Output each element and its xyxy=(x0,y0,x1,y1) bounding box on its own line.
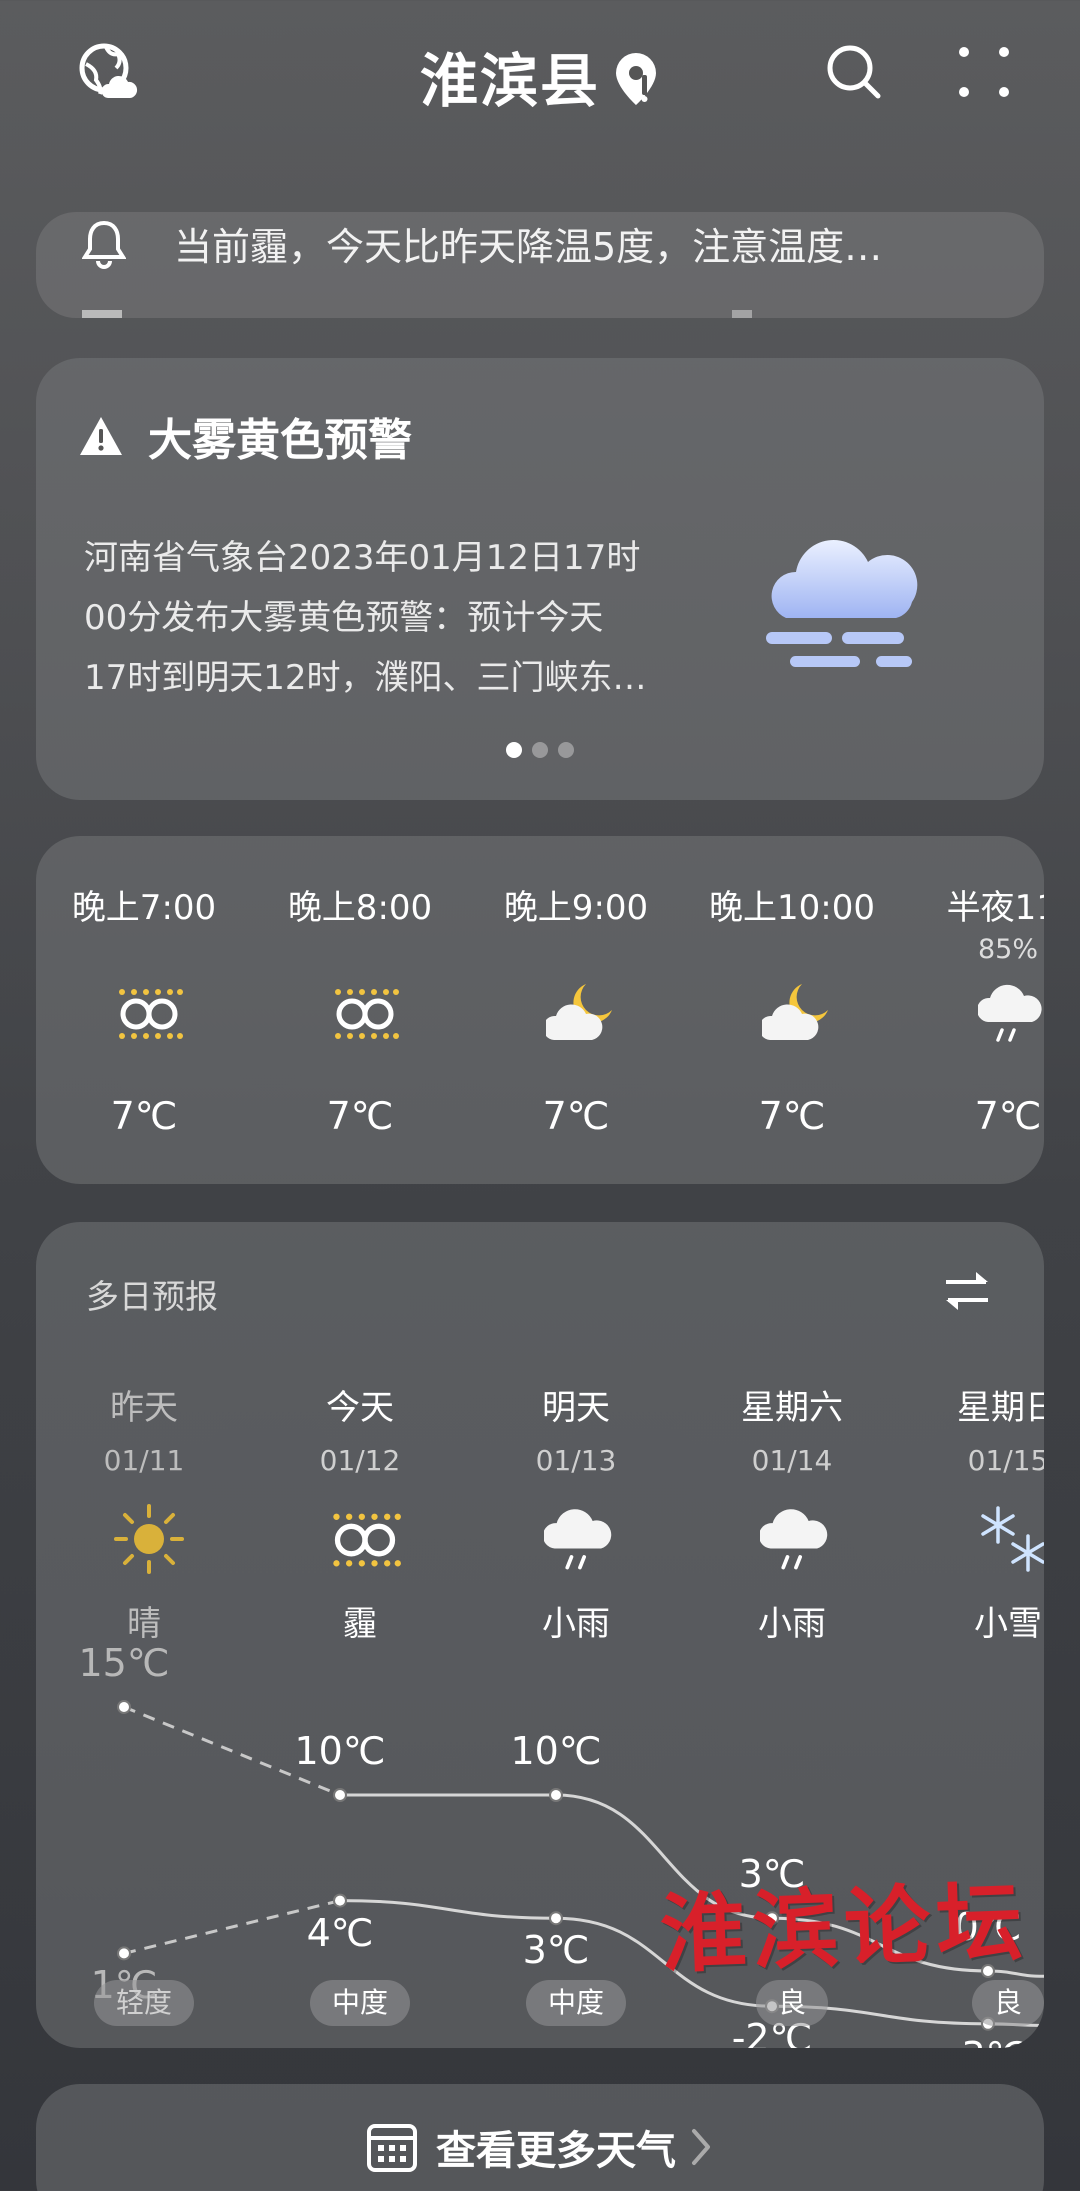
hourly-time: 晚上9:00 xyxy=(503,888,649,928)
more-weather-label: 查看更多天气 xyxy=(436,2128,676,2174)
chevron-right-icon xyxy=(692,2129,710,2165)
hourly-item[interactable]: 晚上9:00 7℃ xyxy=(468,836,684,1184)
daily-date: 01/15 xyxy=(967,1444,1044,1477)
warning-pager xyxy=(36,742,1044,758)
hourly-temp: 7℃ xyxy=(542,1094,610,1138)
hourly-item[interactable]: 半夜11: 85% 7℃ xyxy=(900,836,1044,1184)
daily-item[interactable]: 昨天 01/11 晴 轻度 xyxy=(36,1222,252,2048)
snow-icon xyxy=(981,1506,1044,1572)
air-quality-badge: 良 xyxy=(971,1980,1044,2026)
notice-text: 当前霾，今天比昨天降温5度，注意温度… xyxy=(174,225,883,269)
more-weather-button[interactable]: 查看更多天气 xyxy=(36,2084,1044,2191)
pager-dot[interactable] xyxy=(558,742,574,758)
hourly-time: 晚上10:00 xyxy=(709,888,875,928)
search-icon[interactable] xyxy=(822,40,886,104)
daily-item[interactable]: 明天 01/13 小雨 中度 xyxy=(468,1222,684,2048)
rain-icon xyxy=(978,984,1042,1042)
city-title[interactable]: 淮滨县 xyxy=(0,34,1080,118)
daily-condition: 晴 xyxy=(127,1604,161,1644)
hourly-precip: 85% xyxy=(977,934,1038,965)
daily-date: 01/13 xyxy=(535,1444,617,1477)
daily-date: 01/14 xyxy=(751,1444,833,1477)
air-quality-badge: 中度 xyxy=(309,1980,411,2026)
air-quality-badge: 良 xyxy=(755,1980,829,2026)
hourly-item[interactable]: 晚上7:00 7℃ xyxy=(36,836,252,1184)
daily-item[interactable]: 今天 01/12 霾 中度 xyxy=(252,1222,468,2048)
cloudy-night-icon xyxy=(762,984,828,1040)
pager-dot-active[interactable] xyxy=(506,742,522,758)
hourly-temp: 7℃ xyxy=(110,1094,178,1138)
daily-condition: 霾 xyxy=(343,1604,377,1644)
weather-notice[interactable]: 当前霾，今天比昨天降温5度，注意温度… xyxy=(36,212,1044,318)
warning-text: 河南省气象台2023年01月12日17时 00分发布大雾黄色预警：预计今天 17… xyxy=(84,528,724,708)
daily-date: 01/12 xyxy=(319,1444,401,1477)
bell-icon xyxy=(82,220,126,269)
hourly-temp: 7℃ xyxy=(326,1094,394,1138)
rain-icon xyxy=(544,1509,612,1570)
notice-row: 当前霾，今天比昨天降温5度，注意温度… xyxy=(82,216,882,271)
daily-day: 明天 xyxy=(542,1388,610,1428)
daily-condition: 小雪 xyxy=(974,1604,1042,1644)
hourly-forecast-card[interactable]: 晚上7:00 7℃ 晚上8:00 7℃ 晚上9:00 7℃ 晚上10:00 7℃… xyxy=(36,836,1044,1184)
daily-date: 01/11 xyxy=(103,1444,185,1477)
warning-title: 大雾黄色预警 xyxy=(148,415,412,466)
calendar-icon xyxy=(367,2124,417,2172)
forum-watermark: 淮滨论坛 xyxy=(658,1871,1030,1986)
warning-line: 17时到明天12时，濮阳、三门峡东… xyxy=(84,658,647,698)
daily-condition: 小雨 xyxy=(758,1604,826,1644)
hourly-temp: 7℃ xyxy=(974,1094,1042,1138)
daily-day: 星期日 xyxy=(957,1388,1044,1428)
warning-line: 河南省气象台2023年01月12日17时 xyxy=(84,538,641,578)
haze-icon xyxy=(119,989,183,1039)
more-weather-row: 查看更多天气 xyxy=(36,2118,1044,2176)
haze-icon xyxy=(333,1513,401,1567)
top-bar: 淮滨县 xyxy=(0,0,1080,150)
warning-card[interactable]: 大雾黄色预警 河南省气象台2023年01月12日17时 00分发布大雾黄色预警：… xyxy=(36,358,1044,800)
air-quality-badge: 轻度 xyxy=(93,1980,195,2026)
hourly-time: 半夜11: xyxy=(946,888,1044,928)
daily-day: 今天 xyxy=(326,1388,394,1428)
hourly-item[interactable]: 晚上8:00 7℃ xyxy=(252,836,468,1184)
warning-line: 00分发布大雾黄色预警：预计今天 xyxy=(84,598,604,638)
daily-day: 昨天 xyxy=(110,1388,178,1428)
daily-condition: 小雨 xyxy=(542,1604,610,1644)
rain-icon xyxy=(760,1509,828,1570)
more-dots-icon[interactable] xyxy=(952,40,1016,104)
daily-day: 星期六 xyxy=(741,1388,843,1428)
warning-triangle-icon xyxy=(80,417,122,455)
location-pin-icon xyxy=(616,53,656,105)
cloudy-night-icon xyxy=(546,984,612,1040)
notice-next-peek xyxy=(82,310,752,318)
hourly-time: 晚上8:00 xyxy=(287,888,433,928)
warning-title-row: 大雾黄色预警 xyxy=(78,404,412,468)
hourly-item[interactable]: 晚上10:00 7℃ xyxy=(684,836,900,1184)
hourly-temp: 7℃ xyxy=(758,1094,826,1138)
sunny-icon xyxy=(114,1504,184,1574)
hourly-time: 晚上7:00 xyxy=(71,888,217,928)
air-quality-badge: 中度 xyxy=(525,1980,627,2026)
fog-cloud-icon xyxy=(766,539,918,667)
haze-icon xyxy=(335,989,399,1039)
pager-dot[interactable] xyxy=(532,742,548,758)
city-name: 淮滨县 xyxy=(419,47,600,115)
